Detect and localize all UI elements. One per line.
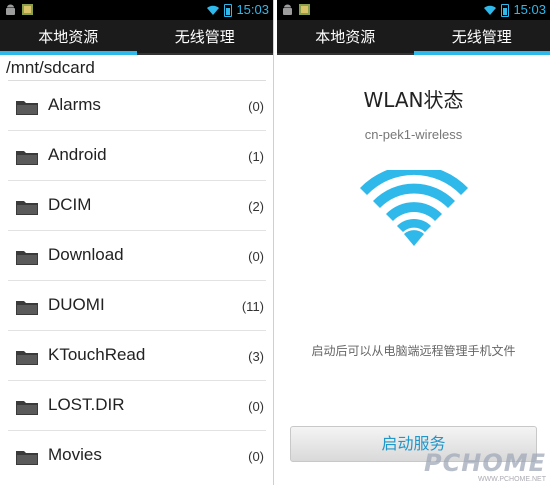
folder-name: DCIM [48,195,92,214]
folder-name: Download [48,245,124,264]
folder-name: KTouchRead [48,345,146,364]
tab-bar: 本地资源 无线管理 [277,20,550,55]
folder-icon [16,301,38,315]
image-icon [299,4,310,15]
folder-icon [16,201,38,215]
folder-icon [16,101,38,115]
folder-name: DUOMI [48,295,105,314]
folder-icon [16,351,38,365]
folder-row[interactable]: DCIM (2) [8,180,266,230]
watermark-url: WWW.PCHOME.NET [477,476,546,483]
watermark: PCHOME WWW.PCHOME.NET [424,450,546,483]
battery-icon [224,3,233,17]
folder-item-count: (1) [248,149,264,164]
android-icon [6,4,15,15]
folder-list: Alarms (0) Android (1) DCIM (2) Download (0) DUO… [8,80,266,480]
tab-bar: 本地资源 无线管理 [0,20,273,55]
wifi-signal-icon [484,5,497,15]
right-screen: 15:03 本地资源 无线管理 WLAN状态 cn-pek1-wireless … [277,0,550,485]
folder-row[interactable]: DUOMI (11) [8,280,266,330]
folder-row[interactable]: LOST.DIR (0) [8,380,266,430]
folder-icon [16,251,38,265]
folder-item-count: (11) [241,299,264,314]
wlan-status-title: WLAN状态 [363,88,464,112]
wifi-signal-icon [207,5,220,15]
folder-row[interactable]: Movies (0) [8,430,266,480]
folder-name: Movies [48,445,102,464]
status-bar: 15:03 [0,0,273,20]
folder-item-count: (0) [248,99,264,114]
folder-name: Alarms [48,95,101,114]
folder-item-count: (0) [248,449,264,464]
current-path: /mnt/sdcard [6,58,95,77]
battery-icon [501,3,510,17]
folder-item-count: (0) [248,399,264,414]
left-screen: 15:03 本地资源 无线管理 /mnt/sdcard Alarms (0) And… [0,0,274,485]
folder-icon [16,451,38,465]
tab-local-resources[interactable]: 本地资源 [0,20,137,55]
tab-wireless-management[interactable]: 无线管理 [413,20,550,55]
image-icon [22,4,33,15]
hint-text: 启动后可以从电脑端远程管理手机文件 [311,344,516,358]
clock: 15:03 [513,2,546,17]
folder-name: Android [48,145,107,164]
clock: 15:03 [236,2,269,17]
tab-local-resources[interactable]: 本地资源 [277,20,414,53]
watermark-brand: PCHOME [424,449,546,477]
wifi-icon [360,170,468,246]
status-bar: 15:03 [277,0,550,20]
ssid-label: cn-pek1-wireless [364,127,463,142]
folder-icon [16,151,38,165]
folder-item-count: (2) [248,199,264,214]
folder-item-count: (3) [248,349,264,364]
folder-icon [16,401,38,415]
folder-row[interactable]: KTouchRead (3) [8,330,266,380]
folder-row[interactable]: Download (0) [8,230,266,280]
folder-row[interactable]: Alarms (0) [8,80,266,130]
folder-row[interactable]: Android (1) [8,130,266,180]
folder-item-count: (0) [248,249,264,264]
tab-wireless-management[interactable]: 无线管理 [137,20,274,53]
folder-name: LOST.DIR [48,395,125,414]
android-icon [283,4,292,15]
